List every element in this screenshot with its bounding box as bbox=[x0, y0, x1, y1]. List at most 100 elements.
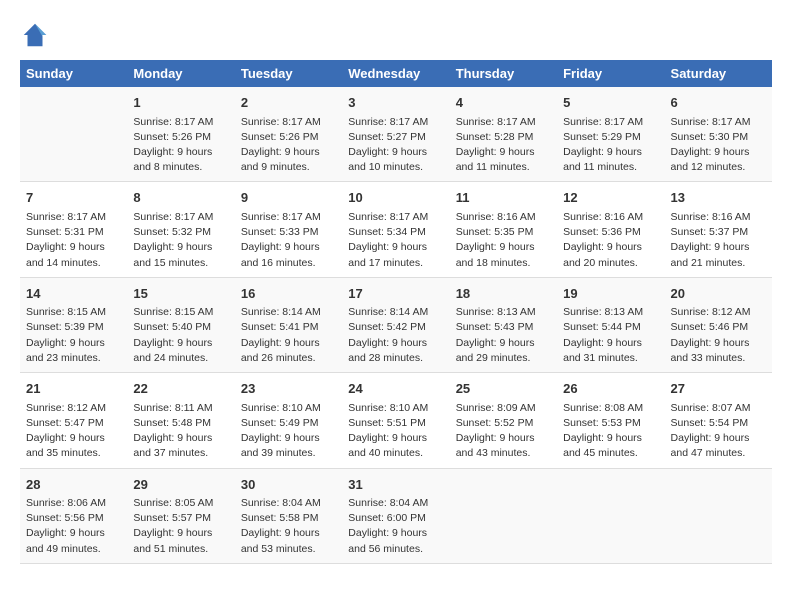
calendar-cell: 20Sunrise: 8:12 AM Sunset: 5:46 PM Dayli… bbox=[665, 277, 772, 372]
day-number: 30 bbox=[241, 475, 336, 495]
calendar-cell: 11Sunrise: 8:16 AM Sunset: 5:35 PM Dayli… bbox=[450, 182, 557, 277]
column-header-tuesday: Tuesday bbox=[235, 60, 342, 87]
calendar-cell: 2Sunrise: 8:17 AM Sunset: 5:26 PM Daylig… bbox=[235, 87, 342, 182]
column-header-monday: Monday bbox=[127, 60, 234, 87]
day-number: 25 bbox=[456, 379, 551, 399]
calendar-cell: 27Sunrise: 8:07 AM Sunset: 5:54 PM Dayli… bbox=[665, 373, 772, 468]
day-info: Sunrise: 8:17 AM Sunset: 5:29 PM Dayligh… bbox=[563, 115, 658, 176]
day-info: Sunrise: 8:17 AM Sunset: 5:31 PM Dayligh… bbox=[26, 210, 121, 271]
calendar-cell: 9Sunrise: 8:17 AM Sunset: 5:33 PM Daylig… bbox=[235, 182, 342, 277]
day-number: 24 bbox=[348, 379, 443, 399]
calendar-cell: 21Sunrise: 8:12 AM Sunset: 5:47 PM Dayli… bbox=[20, 373, 127, 468]
calendar-cell: 4Sunrise: 8:17 AM Sunset: 5:28 PM Daylig… bbox=[450, 87, 557, 182]
week-row-2: 7Sunrise: 8:17 AM Sunset: 5:31 PM Daylig… bbox=[20, 182, 772, 277]
day-info: Sunrise: 8:17 AM Sunset: 5:27 PM Dayligh… bbox=[348, 115, 443, 176]
day-info: Sunrise: 8:04 AM Sunset: 6:00 PM Dayligh… bbox=[348, 496, 443, 557]
logo bbox=[20, 20, 52, 50]
day-number: 6 bbox=[671, 93, 766, 113]
day-number: 27 bbox=[671, 379, 766, 399]
calendar-cell: 6Sunrise: 8:17 AM Sunset: 5:30 PM Daylig… bbox=[665, 87, 772, 182]
day-info: Sunrise: 8:17 AM Sunset: 5:28 PM Dayligh… bbox=[456, 115, 551, 176]
day-number: 23 bbox=[241, 379, 336, 399]
calendar-cell bbox=[20, 87, 127, 182]
day-info: Sunrise: 8:17 AM Sunset: 5:32 PM Dayligh… bbox=[133, 210, 228, 271]
day-number: 15 bbox=[133, 284, 228, 304]
column-header-thursday: Thursday bbox=[450, 60, 557, 87]
calendar-cell: 10Sunrise: 8:17 AM Sunset: 5:34 PM Dayli… bbox=[342, 182, 449, 277]
day-info: Sunrise: 8:16 AM Sunset: 5:37 PM Dayligh… bbox=[671, 210, 766, 271]
day-info: Sunrise: 8:17 AM Sunset: 5:33 PM Dayligh… bbox=[241, 210, 336, 271]
calendar-cell: 17Sunrise: 8:14 AM Sunset: 5:42 PM Dayli… bbox=[342, 277, 449, 372]
day-info: Sunrise: 8:15 AM Sunset: 5:40 PM Dayligh… bbox=[133, 305, 228, 366]
day-info: Sunrise: 8:17 AM Sunset: 5:30 PM Dayligh… bbox=[671, 115, 766, 176]
calendar-cell: 19Sunrise: 8:13 AM Sunset: 5:44 PM Dayli… bbox=[557, 277, 664, 372]
day-info: Sunrise: 8:09 AM Sunset: 5:52 PM Dayligh… bbox=[456, 401, 551, 462]
calendar-cell: 24Sunrise: 8:10 AM Sunset: 5:51 PM Dayli… bbox=[342, 373, 449, 468]
day-number: 12 bbox=[563, 188, 658, 208]
day-info: Sunrise: 8:17 AM Sunset: 5:26 PM Dayligh… bbox=[241, 115, 336, 176]
calendar-cell: 31Sunrise: 8:04 AM Sunset: 6:00 PM Dayli… bbox=[342, 468, 449, 563]
day-info: Sunrise: 8:16 AM Sunset: 5:35 PM Dayligh… bbox=[456, 210, 551, 271]
day-info: Sunrise: 8:10 AM Sunset: 5:49 PM Dayligh… bbox=[241, 401, 336, 462]
calendar-cell: 5Sunrise: 8:17 AM Sunset: 5:29 PM Daylig… bbox=[557, 87, 664, 182]
calendar-header: SundayMondayTuesdayWednesdayThursdayFrid… bbox=[20, 60, 772, 87]
day-info: Sunrise: 8:10 AM Sunset: 5:51 PM Dayligh… bbox=[348, 401, 443, 462]
calendar-cell: 3Sunrise: 8:17 AM Sunset: 5:27 PM Daylig… bbox=[342, 87, 449, 182]
day-number: 29 bbox=[133, 475, 228, 495]
day-info: Sunrise: 8:05 AM Sunset: 5:57 PM Dayligh… bbox=[133, 496, 228, 557]
calendar-cell: 15Sunrise: 8:15 AM Sunset: 5:40 PM Dayli… bbox=[127, 277, 234, 372]
calendar-cell: 8Sunrise: 8:17 AM Sunset: 5:32 PM Daylig… bbox=[127, 182, 234, 277]
week-row-5: 28Sunrise: 8:06 AM Sunset: 5:56 PM Dayli… bbox=[20, 468, 772, 563]
day-info: Sunrise: 8:17 AM Sunset: 5:34 PM Dayligh… bbox=[348, 210, 443, 271]
day-number: 7 bbox=[26, 188, 121, 208]
calendar-cell bbox=[450, 468, 557, 563]
day-number: 26 bbox=[563, 379, 658, 399]
day-info: Sunrise: 8:13 AM Sunset: 5:43 PM Dayligh… bbox=[456, 305, 551, 366]
calendar-cell: 13Sunrise: 8:16 AM Sunset: 5:37 PM Dayli… bbox=[665, 182, 772, 277]
day-info: Sunrise: 8:12 AM Sunset: 5:47 PM Dayligh… bbox=[26, 401, 121, 462]
calendar-cell: 29Sunrise: 8:05 AM Sunset: 5:57 PM Dayli… bbox=[127, 468, 234, 563]
day-number: 8 bbox=[133, 188, 228, 208]
day-info: Sunrise: 8:06 AM Sunset: 5:56 PM Dayligh… bbox=[26, 496, 121, 557]
day-info: Sunrise: 8:04 AM Sunset: 5:58 PM Dayligh… bbox=[241, 496, 336, 557]
day-info: Sunrise: 8:14 AM Sunset: 5:41 PM Dayligh… bbox=[241, 305, 336, 366]
day-number: 18 bbox=[456, 284, 551, 304]
calendar-cell: 1Sunrise: 8:17 AM Sunset: 5:26 PM Daylig… bbox=[127, 87, 234, 182]
calendar-cell: 7Sunrise: 8:17 AM Sunset: 5:31 PM Daylig… bbox=[20, 182, 127, 277]
day-number: 9 bbox=[241, 188, 336, 208]
day-number: 20 bbox=[671, 284, 766, 304]
calendar-cell: 16Sunrise: 8:14 AM Sunset: 5:41 PM Dayli… bbox=[235, 277, 342, 372]
day-info: Sunrise: 8:15 AM Sunset: 5:39 PM Dayligh… bbox=[26, 305, 121, 366]
day-info: Sunrise: 8:11 AM Sunset: 5:48 PM Dayligh… bbox=[133, 401, 228, 462]
day-number: 1 bbox=[133, 93, 228, 113]
day-number: 11 bbox=[456, 188, 551, 208]
week-row-4: 21Sunrise: 8:12 AM Sunset: 5:47 PM Dayli… bbox=[20, 373, 772, 468]
page-header bbox=[20, 20, 772, 50]
day-number: 16 bbox=[241, 284, 336, 304]
calendar-cell: 23Sunrise: 8:10 AM Sunset: 5:49 PM Dayli… bbox=[235, 373, 342, 468]
day-number: 2 bbox=[241, 93, 336, 113]
calendar-cell: 28Sunrise: 8:06 AM Sunset: 5:56 PM Dayli… bbox=[20, 468, 127, 563]
calendar-cell: 18Sunrise: 8:13 AM Sunset: 5:43 PM Dayli… bbox=[450, 277, 557, 372]
day-number: 17 bbox=[348, 284, 443, 304]
day-number: 5 bbox=[563, 93, 658, 113]
column-header-friday: Friday bbox=[557, 60, 664, 87]
column-header-saturday: Saturday bbox=[665, 60, 772, 87]
logo-icon bbox=[20, 20, 50, 50]
calendar-cell: 22Sunrise: 8:11 AM Sunset: 5:48 PM Dayli… bbox=[127, 373, 234, 468]
column-header-sunday: Sunday bbox=[20, 60, 127, 87]
day-info: Sunrise: 8:07 AM Sunset: 5:54 PM Dayligh… bbox=[671, 401, 766, 462]
calendar-cell: 30Sunrise: 8:04 AM Sunset: 5:58 PM Dayli… bbox=[235, 468, 342, 563]
week-row-1: 1Sunrise: 8:17 AM Sunset: 5:26 PM Daylig… bbox=[20, 87, 772, 182]
day-number: 10 bbox=[348, 188, 443, 208]
column-header-wednesday: Wednesday bbox=[342, 60, 449, 87]
calendar-cell bbox=[557, 468, 664, 563]
day-number: 28 bbox=[26, 475, 121, 495]
day-info: Sunrise: 8:14 AM Sunset: 5:42 PM Dayligh… bbox=[348, 305, 443, 366]
calendar-cell: 26Sunrise: 8:08 AM Sunset: 5:53 PM Dayli… bbox=[557, 373, 664, 468]
day-number: 14 bbox=[26, 284, 121, 304]
day-info: Sunrise: 8:17 AM Sunset: 5:26 PM Dayligh… bbox=[133, 115, 228, 176]
day-number: 22 bbox=[133, 379, 228, 399]
calendar-table: SundayMondayTuesdayWednesdayThursdayFrid… bbox=[20, 60, 772, 564]
day-number: 4 bbox=[456, 93, 551, 113]
